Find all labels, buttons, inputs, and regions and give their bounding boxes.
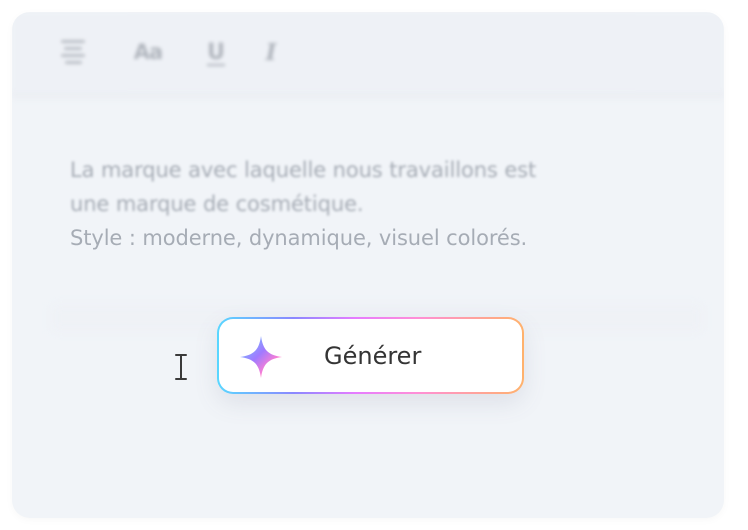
generate-button-label: Générer (324, 342, 422, 370)
blurred-text-editor: Aa U I La marque avec laquelle nous trav… (12, 12, 724, 518)
sparkle-icon (240, 336, 282, 378)
align-line (64, 61, 82, 64)
screenshot-canvas: Aa U I La marque avec laquelle nous trav… (0, 0, 748, 530)
underline-button[interactable]: U (204, 37, 228, 67)
align-line (61, 40, 85, 43)
cursor-stem (180, 355, 182, 379)
italic-button[interactable]: I (262, 37, 280, 67)
generate-button-gradient-border[interactable]: Générer (217, 317, 524, 394)
font-size-button[interactable]: Aa (128, 37, 168, 67)
align-line (64, 47, 82, 50)
prompt-line-2: une marque de cosmétique. (70, 192, 364, 216)
generate-button[interactable]: Générer (219, 319, 522, 392)
text-cursor-icon (173, 350, 189, 382)
toolbar-separator (12, 92, 724, 102)
cursor-cap-bottom (175, 378, 187, 380)
prompt-line-1: La marque avec laquelle nous travaillons… (70, 158, 537, 182)
formatting-toolbar: Aa U I (12, 12, 724, 92)
editor-prompt-text[interactable]: La marque avec laquelle nous travaillons… (70, 153, 640, 255)
align-line (61, 54, 85, 57)
prompt-line-3: Style : moderne, dynamique, visuel color… (70, 226, 528, 250)
align-left-icon[interactable] (60, 37, 86, 67)
